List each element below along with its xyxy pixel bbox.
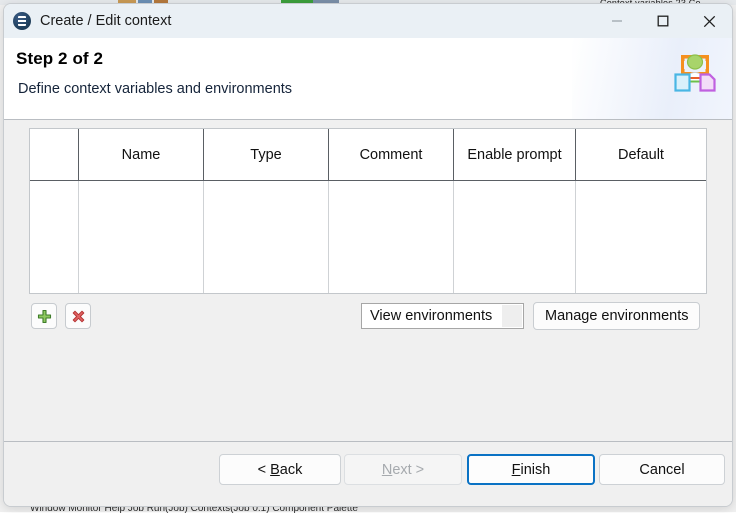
window-controls (594, 4, 732, 38)
column-header-enable-prompt[interactable]: Enable prompt (454, 129, 576, 180)
talend-context-icon (13, 12, 31, 30)
table-cell-default (576, 181, 706, 293)
context-variables-table[interactable]: Name Type Comment Enable prompt Default (29, 128, 707, 294)
column-header-select[interactable] (30, 129, 79, 180)
page-description: Define context variables and environment… (18, 81, 292, 97)
add-variable-button[interactable] (31, 303, 57, 329)
remove-variable-button[interactable] (65, 303, 91, 329)
table-cell-type (204, 181, 329, 293)
view-environments-field[interactable]: View environments (361, 303, 524, 329)
plus-icon (37, 309, 52, 324)
minimize-button[interactable] (594, 4, 640, 38)
wizard-header: Step 2 of 2 Define context variables and… (4, 38, 732, 120)
manage-environments-label: Manage environments (545, 308, 688, 324)
column-header-default[interactable]: Default (576, 129, 706, 180)
close-icon (703, 15, 716, 28)
context-variables-icon (672, 51, 718, 95)
dialog-footer: < Back Next > Finish Cancel (4, 442, 732, 506)
back-button[interactable]: < Back (219, 454, 341, 485)
dialog-title: Create / Edit context (40, 13, 171, 29)
page-title: Step 2 of 2 (16, 49, 103, 69)
create-edit-context-dialog: Create / Edit context Step 2 o (3, 3, 733, 507)
dialog-title-bar[interactable]: Create / Edit context (4, 4, 732, 38)
cancel-label: Cancel (639, 462, 684, 478)
table-cell-select (30, 181, 79, 293)
column-header-name[interactable]: Name (79, 129, 204, 180)
cancel-button[interactable]: Cancel (599, 454, 725, 485)
finish-mnemonic: F (512, 462, 521, 478)
column-header-type[interactable]: Type (204, 129, 329, 180)
maximize-icon (657, 15, 669, 27)
table-row-actions (31, 303, 91, 329)
dialog-body: Name Type Comment Enable prompt Default (4, 120, 732, 441)
maximize-button[interactable] (640, 4, 686, 38)
manage-environments-button[interactable]: Manage environments (533, 302, 700, 330)
view-environments-label: View environments (370, 308, 492, 324)
table-empty-body[interactable] (30, 181, 706, 293)
table-header-row: Name Type Comment Enable prompt Default (30, 129, 706, 181)
table-cell-name (79, 181, 204, 293)
view-environments-pad (502, 305, 522, 327)
close-button[interactable] (686, 4, 732, 38)
next-button[interactable]: Next > (344, 454, 462, 485)
table-cell-enable-prompt (454, 181, 576, 293)
next-mnemonic: N (382, 462, 392, 478)
minimize-icon (611, 15, 623, 27)
column-header-comment[interactable]: Comment (329, 129, 454, 180)
table-cell-comment (329, 181, 454, 293)
finish-button[interactable]: Finish (467, 454, 595, 485)
delete-x-icon (71, 309, 86, 324)
back-mnemonic: B (270, 462, 280, 478)
